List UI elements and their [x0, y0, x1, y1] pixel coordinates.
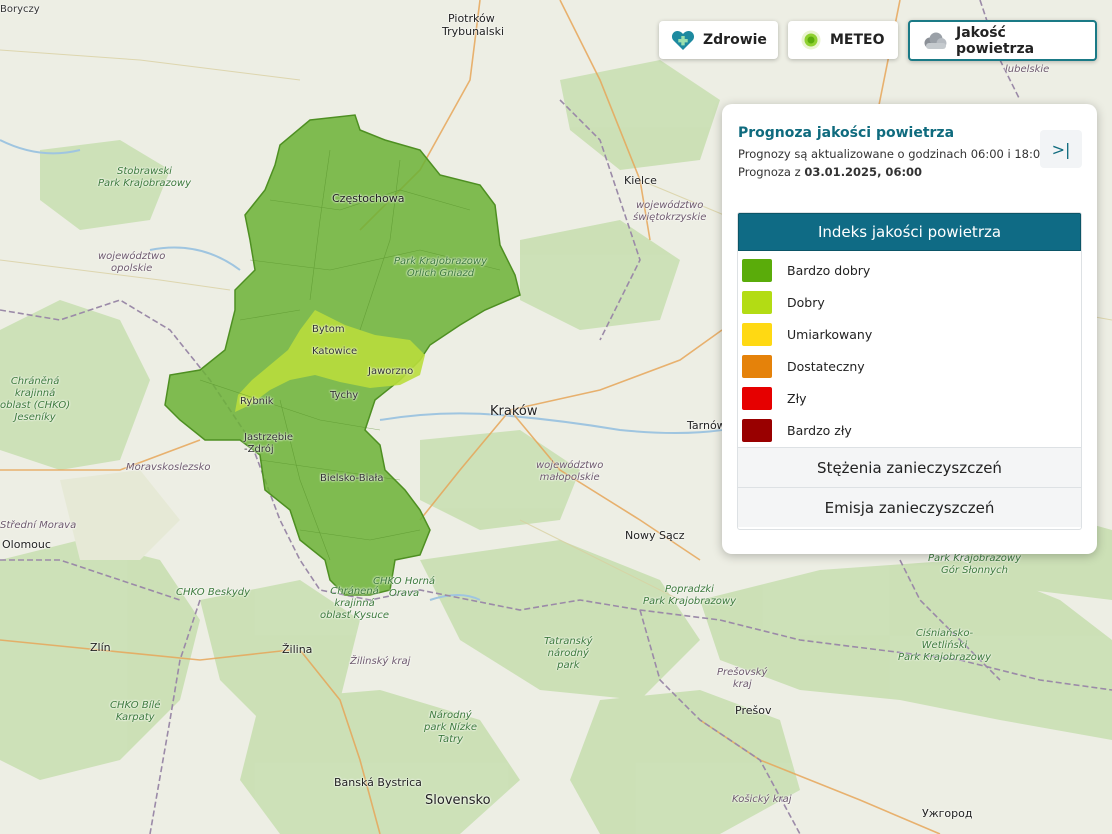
map-label-zilina: Žilina: [282, 643, 313, 656]
legend-label: Dobry: [787, 294, 825, 310]
legend-swatch: [742, 418, 772, 442]
legend-item: Bardzo dobry: [738, 254, 1081, 286]
map-label-bytom: Bytom: [312, 324, 345, 335]
air-quality-index-tab[interactable]: Indeks jakości powietrza: [738, 213, 1081, 251]
map-label-bielsko-biala: Bielsko-Biała: [320, 473, 384, 484]
map-label-orlich-gniazd: Park Krajobrazowy Orlich Gniazd: [394, 256, 487, 279]
legend-label: Bardzo dobry: [787, 262, 871, 278]
update-note: Prognozy są aktualizowane o godzinach 06…: [738, 147, 1048, 161]
legend-label: Dostateczny: [787, 358, 865, 374]
stezenia-zanieczyszczen-button[interactable]: Stężenia zanieczyszczeń: [738, 447, 1081, 487]
map-label-kosicky-kraj: Košický kraj: [732, 794, 792, 805]
jakosc-powietrza-button[interactable]: Jakość powietrza: [908, 20, 1097, 61]
legend-swatch: [742, 258, 772, 282]
map-label-woj-swietokrzyskie: województwo świętokrzyskie: [633, 200, 707, 223]
legend-item: Dostateczny: [738, 350, 1081, 382]
forecast-date: Prognoza z 03.01.2025, 06:00: [738, 165, 922, 179]
map-label-presovsky-kraj: Prešovský kraj: [717, 667, 768, 690]
legend-swatch: [742, 322, 772, 346]
legend-label: Bardzo zły: [787, 422, 852, 438]
collapse-icon: >|: [1051, 139, 1071, 159]
map-label-woj-malopolskie: województwo małopolskie: [536, 460, 604, 483]
map-label-popradzki: Popradzki Park Krajobrazowy: [643, 584, 736, 607]
map-label-chko-jeseniky: Chráněná krajinná oblast (CHKO) Jeseníky: [0, 376, 71, 423]
map-label-chko-bile-karpaty: CHKO Bílé Karpaty: [110, 700, 161, 723]
legend: Indeks jakości powietrza Bardzo dobry Do…: [737, 212, 1082, 530]
cloud-icon: [922, 31, 948, 51]
legend-list: Bardzo dobry Dobry Umiarkowany Dostatecz…: [738, 251, 1081, 446]
legend-item: Umiarkowany: [738, 318, 1081, 350]
heart-plus-icon: [671, 29, 695, 51]
panel-title: Prognoza jakości powietrza: [738, 125, 955, 141]
map-label-banska-bystrica: Banská Bystrica: [334, 776, 422, 789]
map-label-rybnik: Rybnik: [240, 396, 274, 407]
map-label-kielce: Kielce: [624, 174, 657, 187]
legend-swatch: [742, 386, 772, 410]
map-label-presov: Prešov: [735, 704, 772, 717]
jakosc-powietrza-label: Jakość powietrza: [956, 24, 1035, 57]
map-label-lubelskie: lubelskie: [1005, 64, 1050, 75]
map-label-nowy-sacz: Nowy Sącz: [625, 529, 685, 542]
map-label-krakow: Kraków: [490, 404, 538, 419]
legend-swatch: [742, 354, 772, 378]
forecast-time: 03.01.2025, 06:00: [804, 165, 923, 179]
emisja-zanieczyszczen-button[interactable]: Emisja zanieczyszczeń: [738, 487, 1081, 527]
map-label-katowice: Katowice: [312, 346, 358, 357]
legend-label: Umiarkowany: [787, 326, 873, 342]
map-label-kysuce: Chránená krajinná oblasť Kysuce: [320, 586, 390, 621]
map-label-uzhorod: Ужгород: [922, 807, 973, 820]
map-label-zlin: Zlín: [90, 641, 111, 654]
map-label-stobrawski: Stobrawski Park Krajobrazowy: [98, 166, 191, 189]
map-label-chko-beskydy: CHKO Beskydy: [176, 587, 251, 598]
map-label-trybunalski: Trybunalski: [442, 25, 505, 38]
map-label-jaworzno: Jaworzno: [368, 366, 414, 377]
legend-item: Zły: [738, 382, 1081, 414]
map-label-czestochowa: Częstochowa: [332, 192, 405, 205]
zdrowie-button[interactable]: Zdrowie: [659, 21, 778, 59]
legend-item: Bardzo zły: [738, 414, 1081, 446]
map-label-tarnow: Tarnów: [687, 419, 726, 432]
meteo-dot-icon: [800, 29, 822, 51]
map-label-olomouc: Olomouc: [2, 538, 51, 551]
map-label-gor-slonnych: Park Krajobrazowy Gór Słonnych: [928, 553, 1021, 576]
map-label-piotrkow: Piotrków: [448, 12, 495, 25]
map-label-woj-opolskie: województwo opolskie: [98, 251, 166, 274]
legend-label: Zły: [787, 390, 807, 406]
map-label-tychy: Tychy: [330, 390, 359, 401]
forecast-prefix: Prognoza z: [738, 165, 805, 179]
map-label-moravskoslezsko: Moravskoslezsko: [126, 462, 211, 473]
map-label-slovensko: Slovensko: [425, 793, 491, 808]
legend-item: Dobry: [738, 286, 1081, 318]
map-label-boryczy: Boryczy: [0, 4, 40, 15]
meteo-button[interactable]: METEO: [788, 21, 898, 59]
map-label-jastrzebie: Jastrzębie -Zdrój: [244, 432, 293, 455]
map-label-tatransky: Tatranský národný park: [544, 636, 593, 671]
legend-swatch: [742, 290, 772, 314]
forecast-panel: Prognoza jakości powietrza Prognozy są a…: [722, 104, 1097, 554]
zdrowie-label: Zdrowie: [703, 32, 767, 48]
map-label-zilinsky-kraj: Žilinský kraj: [350, 656, 411, 667]
map-label-cisnianski: Ciśniańsko- Wetliński Park Krajobrazowy: [898, 628, 991, 663]
map-label-nizke-tatry: Národný park Nízke Tatry: [424, 710, 478, 745]
meteo-label: METEO: [830, 32, 885, 48]
map-label-stredni-morava: Střední Morava: [0, 520, 77, 531]
collapse-panel-button[interactable]: >|: [1040, 130, 1082, 168]
